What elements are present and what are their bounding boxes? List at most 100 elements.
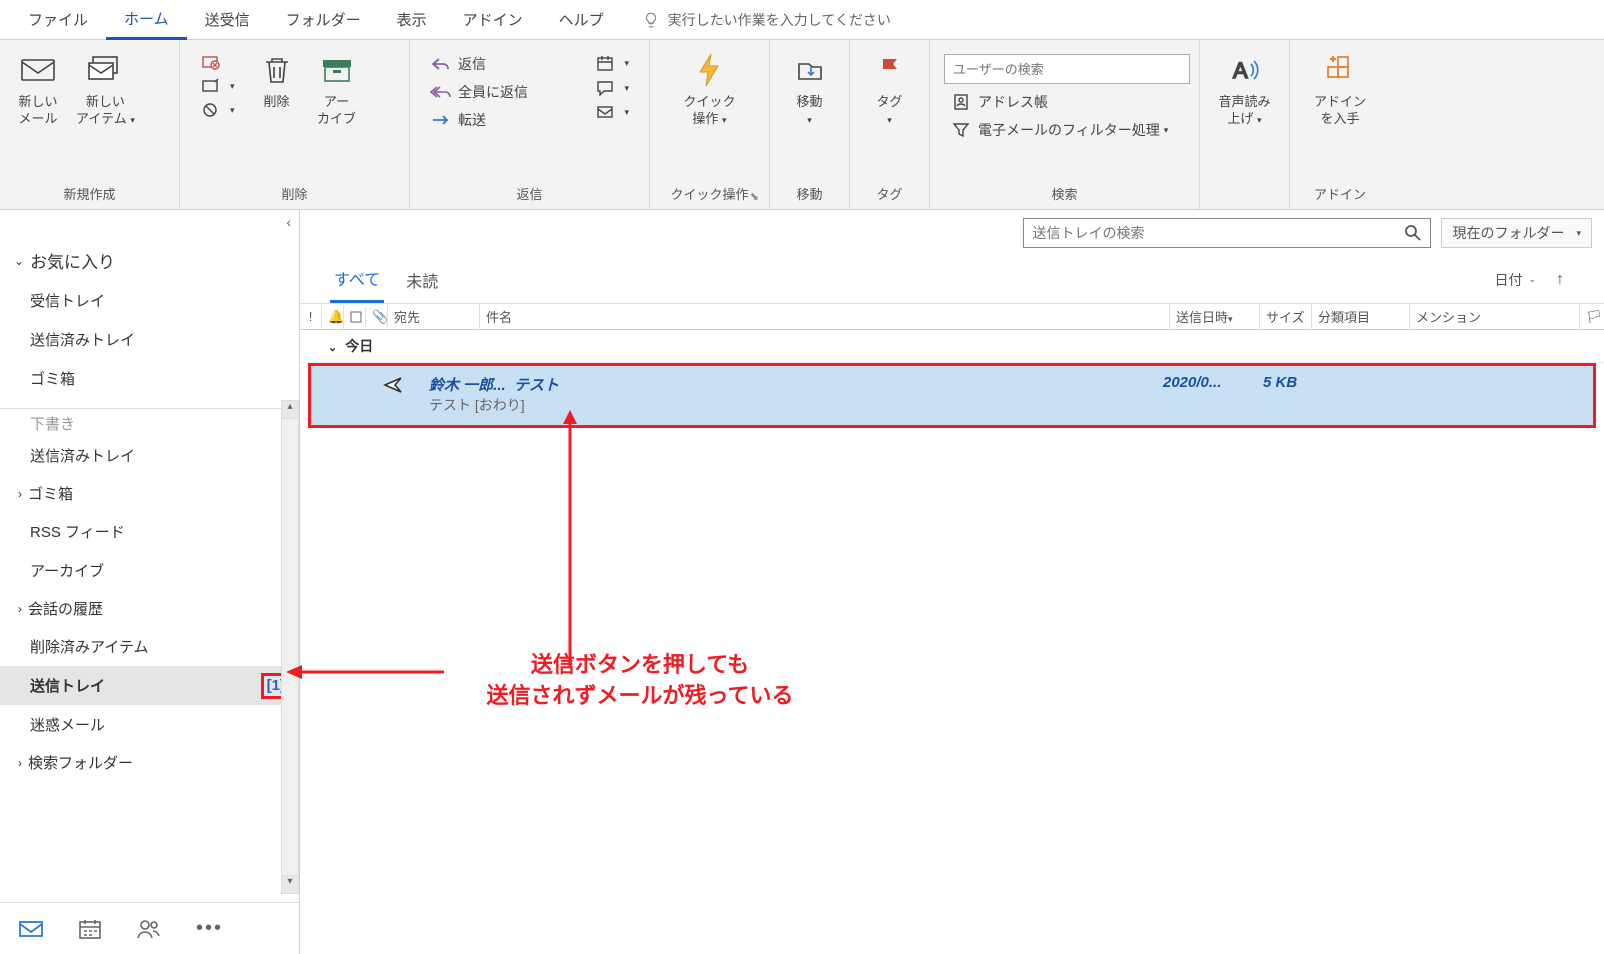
archive-icon (321, 56, 353, 84)
mail-row[interactable]: 鈴木 一郎... テスト テスト [おわり] 2020/0... 5 KB (308, 363, 1596, 428)
tab-addin[interactable]: アドイン (445, 1, 541, 38)
reply-all-icon (430, 85, 452, 99)
mail-preview: テスト [おわり] (429, 395, 1163, 415)
col-to[interactable]: 宛先 (388, 303, 480, 330)
tab-home[interactable]: ホーム (106, 0, 187, 40)
col-subject[interactable]: 件名 (480, 303, 1170, 330)
address-book-icon (952, 93, 970, 111)
filter-email-button[interactable]: 電子メールのフィルター処理 ▾ (944, 116, 1190, 144)
nav-outbox[interactable]: 送信トレイ [1] (0, 666, 299, 705)
group-speech-label (1208, 199, 1281, 205)
delete-button[interactable]: 削除 (247, 46, 307, 115)
read-aloud-button[interactable]: A 音声読み 上げ ▾ (1210, 46, 1278, 132)
group-new-label: 新規作成 (8, 180, 171, 205)
nav-sent2[interactable]: 送信済みトレイ (0, 436, 299, 475)
tab-help[interactable]: ヘルプ (541, 1, 622, 38)
nav-search-folders[interactable]: ›検索フォルダー (0, 744, 299, 781)
chat-icon (596, 80, 614, 96)
mail-list-pane: 現在のフォルダー▾ すべて 未読 日付⌄↑ ! 🔔 📎 宛先 件名 送信日時▾ … (300, 210, 1604, 954)
menu-tabs: ファイル ホーム 送受信 フォルダー 表示 アドイン ヘルプ 実行したい作業を入… (0, 0, 1604, 40)
col-flag[interactable]: 🏳 (1580, 305, 1604, 329)
nav-deleted[interactable]: 削除済みアイテム (0, 627, 299, 666)
col-mention[interactable]: メンション (1410, 303, 1580, 330)
tab-send-receive[interactable]: 送受信 (187, 1, 268, 38)
tab-file[interactable]: ファイル (10, 1, 106, 38)
svg-text:A: A (1233, 58, 1248, 83)
nav-trash2[interactable]: ›ゴミ箱 (0, 475, 299, 512)
ignore-icon (202, 54, 220, 70)
im-button[interactable]: ▾ (588, 76, 635, 100)
nav-inbox[interactable]: 受信トレイ (0, 281, 299, 320)
people-icon[interactable] (136, 918, 162, 940)
col-sent-date[interactable]: 送信日時▾ (1170, 303, 1260, 330)
group-delete-label: 削除 (188, 180, 401, 205)
cleanup-button[interactable]: ▾ (194, 74, 241, 98)
mail-icon[interactable] (18, 919, 44, 939)
more-nav-icon[interactable]: ••• (196, 917, 223, 940)
new-items-button[interactable]: 新しい アイテム ▾ (68, 46, 143, 132)
tell-me-search[interactable]: 実行したい作業を入力してください (642, 10, 891, 30)
nav-drafts-cut[interactable]: 下書き (0, 413, 299, 436)
tab-view[interactable]: 表示 (379, 1, 445, 38)
people-search-input[interactable] (944, 54, 1190, 84)
more-reply-button[interactable]: ▾ (588, 100, 635, 124)
col-reminder[interactable]: 🔔 (322, 305, 344, 329)
forward-icon (431, 114, 451, 126)
sort-dropdown[interactable]: 日付⌄↑ (1494, 270, 1574, 290)
nav-scrollbar[interactable]: ▴ ▾ (281, 400, 299, 894)
folder-search-input[interactable] (1023, 218, 1431, 248)
addins-icon (1324, 55, 1356, 85)
annotation-text: 送信ボタンを押しても送信されずメールが残っている (400, 650, 880, 712)
mail-sent-date: 2020/0... (1163, 374, 1263, 415)
new-mail-button[interactable]: 新しい メール (8, 46, 68, 132)
funnel-icon (952, 122, 970, 138)
move-button[interactable]: 移動▾ (780, 46, 840, 132)
junk-button[interactable]: ▾ (194, 98, 241, 122)
nav-sent[interactable]: 送信済みトレイ (0, 320, 299, 359)
trash-icon (262, 54, 292, 86)
col-categories[interactable]: 分類項目 (1312, 303, 1410, 330)
nav-footer: ••• (0, 902, 299, 954)
search-icon (1404, 224, 1422, 242)
cleanup-icon (202, 78, 220, 94)
favorites-header[interactable]: ⌄お気に入り (0, 240, 299, 281)
forward-button[interactable]: 転送 (424, 106, 576, 134)
scroll-up-icon[interactable]: ▴ (282, 401, 298, 419)
launcher-icon[interactable]: ⬊ (750, 190, 759, 203)
ignore-button[interactable] (194, 50, 241, 74)
tab-folder[interactable]: フォルダー (268, 1, 379, 38)
group-quick-label: クイック操作⬊ (658, 180, 761, 205)
filter-tab-unread[interactable]: 未読 (402, 258, 442, 302)
col-attachment[interactable]: 📎 (366, 305, 388, 329)
col-icon[interactable] (344, 307, 366, 327)
flag-icon (879, 56, 901, 84)
archive-button[interactable]: アー カイブ (307, 46, 367, 132)
nav-conversation[interactable]: ›会話の履歴 (0, 590, 299, 627)
col-importance[interactable]: ! (300, 305, 322, 328)
search-scope-dropdown[interactable]: 現在のフォルダー▾ (1441, 218, 1592, 248)
meeting-button[interactable]: ▾ (588, 50, 635, 76)
address-book-button[interactable]: アドレス帳 (944, 88, 1190, 116)
reply-all-button[interactable]: 全員に返信 (424, 78, 576, 106)
nav-archive[interactable]: アーカイブ (0, 551, 299, 590)
scroll-down-icon[interactable]: ▾ (282, 875, 298, 893)
group-reply-label: 返信 (418, 180, 641, 205)
group-today[interactable]: ⌄今日 (300, 330, 1604, 363)
get-addins-button[interactable]: アドイン を入手 (1306, 46, 1374, 132)
reply-button[interactable]: 返信 (424, 50, 576, 78)
filter-tab-all[interactable]: すべて (330, 256, 384, 303)
nav-trash[interactable]: ゴミ箱 (0, 359, 299, 398)
envelope-icon (20, 56, 56, 84)
nav-rss[interactable]: RSS フィード (0, 512, 299, 551)
tags-button[interactable]: タグ▾ (860, 46, 920, 132)
reply-icon (431, 57, 451, 71)
collapse-pane-button[interactable]: ‹ (0, 210, 299, 234)
mail-recipient: 鈴木 一郎... (429, 377, 506, 394)
nav-junk[interactable]: 迷惑メール (0, 705, 299, 744)
calendar-icon[interactable] (78, 918, 102, 940)
mail-subject: テスト (514, 377, 559, 394)
ribbon: 新しい メール 新しい アイテム ▾ 新規作成 ▾ ▾ 削除 アー カイブ (0, 40, 1604, 210)
folder-pane: ‹ ⌄お気に入り 受信トレイ 送信済みトレイ ゴミ箱 下書き 送信済みトレイ ›… (0, 210, 300, 954)
col-size[interactable]: サイズ (1260, 303, 1312, 330)
quick-steps-button[interactable]: クイック 操作 ▾ (675, 46, 743, 132)
